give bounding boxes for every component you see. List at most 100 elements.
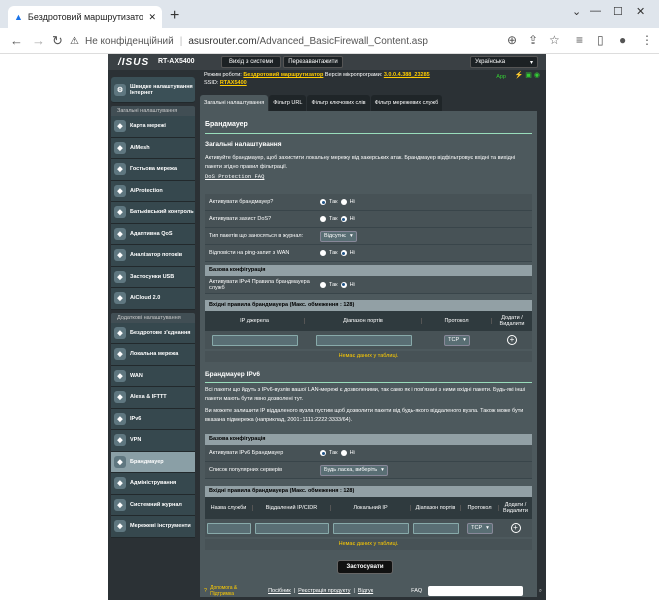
sidebar-item[interactable]: ◆ AiCloud 2.0 bbox=[111, 288, 195, 310]
manual-link[interactable]: Посібник bbox=[268, 588, 291, 594]
mesh-icon: ◆ bbox=[114, 141, 126, 154]
mode-link[interactable]: Бездротовий маршрутизатор bbox=[243, 72, 323, 78]
radio-yes[interactable] bbox=[320, 250, 326, 256]
remote-ip-input[interactable] bbox=[255, 522, 329, 534]
help-icon: ? bbox=[204, 588, 208, 594]
apply-button[interactable]: Застосувати bbox=[337, 560, 393, 574]
tab-0[interactable]: Загальні налаштування bbox=[200, 95, 269, 111]
src-ip-input[interactable] bbox=[212, 334, 298, 346]
local-ip-input[interactable] bbox=[333, 522, 409, 534]
close-window-icon[interactable]: ✕ bbox=[636, 5, 645, 18]
register-link[interactable]: Реєстрація продукту bbox=[298, 588, 350, 594]
ssid-link[interactable]: RTAX5400 bbox=[220, 80, 247, 86]
radio-no[interactable] bbox=[340, 216, 347, 222]
dos-faq-link[interactable]: DoS Protection FAQ bbox=[205, 173, 264, 180]
bookmark-star-icon[interactable]: ☆ bbox=[549, 33, 560, 47]
sidebar-item-label: Гостьова мережа bbox=[130, 166, 178, 173]
menu-icon[interactable]: ⋮ bbox=[641, 33, 653, 47]
radio-no[interactable] bbox=[340, 199, 347, 205]
firewall-icon: ◆ bbox=[114, 455, 126, 468]
forward-icon[interactable]: → bbox=[32, 33, 45, 48]
sidebar-item[interactable]: ◆ Карта мережі bbox=[111, 116, 195, 138]
sidebar-item[interactable]: ◆ Локальна мережа bbox=[111, 344, 195, 366]
main-content: Брандмауер Загальні налаштування Активуй… bbox=[200, 111, 537, 597]
sidepanel-icon[interactable]: ▯ bbox=[597, 33, 604, 47]
sidebar-item[interactable]: ◆ Застосунки USB bbox=[111, 266, 195, 288]
radio-no[interactable] bbox=[340, 250, 347, 256]
port-range-input[interactable] bbox=[315, 334, 412, 346]
sidebar-item[interactable]: ◆ VPN bbox=[111, 430, 195, 452]
sidebar-item[interactable]: ◆ AiProtection bbox=[111, 180, 195, 202]
alexa-icon: ◆ bbox=[114, 391, 126, 404]
status-icons[interactable]: ⚡▣◉ bbox=[515, 72, 542, 80]
warning-icon[interactable]: ⚠ bbox=[70, 36, 79, 47]
radio-no[interactable] bbox=[340, 450, 347, 456]
service-input[interactable] bbox=[207, 522, 251, 534]
minimize-icon[interactable]: — bbox=[590, 5, 601, 17]
radio-label: Так bbox=[329, 281, 338, 288]
reload-icon[interactable]: ↻ bbox=[52, 33, 63, 49]
share-icon[interactable]: ⇪ bbox=[528, 33, 538, 47]
radio-yes[interactable] bbox=[320, 199, 326, 205]
radio-yes[interactable] bbox=[320, 450, 326, 456]
reboot-button[interactable]: Перезавантажити bbox=[283, 56, 343, 68]
usb-icon: ◆ bbox=[114, 270, 126, 283]
search-icon[interactable]: ⌕ bbox=[539, 588, 542, 595]
sidebar-advanced-header: Додаткові налаштування bbox=[111, 312, 195, 323]
chevron-down-icon: ▾ bbox=[349, 233, 353, 239]
security-label[interactable]: Не конфіденційний bbox=[85, 36, 174, 47]
radio-no[interactable] bbox=[340, 281, 347, 288]
sidebar-item[interactable]: ◆ Адаптивна QoS bbox=[111, 223, 195, 245]
radio-label: Так bbox=[329, 216, 338, 222]
tab-2[interactable]: Фільтр ключових слів bbox=[307, 95, 370, 111]
help-link[interactable]: Допомога & Підтримка bbox=[210, 585, 248, 597]
tab-3[interactable]: Фільтр мережевих служб bbox=[370, 95, 443, 111]
profile-icon[interactable]: ● bbox=[619, 33, 626, 47]
browser-tab[interactable]: ▲ Бездротовий маршрутизатор AS ✕ bbox=[8, 6, 162, 28]
sidebar-item[interactable]: ◆ Alexa & IFTTT bbox=[111, 387, 195, 409]
ports6-input[interactable] bbox=[413, 522, 459, 534]
sidebar-general-list: ◆ Карта мережі ◆ AiMesh ◆ Гостьова мережа ◆ AiP… bbox=[111, 116, 195, 310]
sidebar-item[interactable]: ◆ Системний журнал bbox=[111, 494, 195, 516]
new-tab-button[interactable]: + bbox=[170, 7, 179, 25]
sidebar-item-quick-setup[interactable]: ⚙ Швидке налаштування Інтернет bbox=[111, 77, 195, 103]
logout-button[interactable]: Вихід з системи bbox=[221, 56, 281, 68]
radio-yes[interactable] bbox=[320, 281, 326, 288]
sidebar-item[interactable]: ◆ IPv6 bbox=[111, 408, 195, 430]
row-label: Активувати IPv6 Брандмауер bbox=[209, 450, 284, 456]
sidebar-item[interactable]: ◆ Аналізатор потоків bbox=[111, 245, 195, 267]
language-select[interactable]: Українська ▾ bbox=[470, 56, 538, 68]
tab-close-icon[interactable]: ✕ bbox=[148, 12, 156, 23]
add-rule6-button[interactable]: + bbox=[510, 523, 521, 533]
sidebar-item[interactable]: ◆ Брандмауер bbox=[111, 451, 195, 473]
sidebar-item[interactable]: ◆ Гостьова мережа bbox=[111, 159, 195, 181]
row-label: Список популярних серверів bbox=[209, 467, 283, 473]
faq-search-input[interactable] bbox=[428, 586, 524, 596]
add-rule-button[interactable]: + bbox=[507, 335, 517, 345]
maximize-icon[interactable]: ☐ bbox=[613, 5, 623, 18]
address-bar[interactable]: ⚠ Не конфіденційний | asusrouter.com/Adv… bbox=[70, 31, 548, 51]
radio-yes[interactable] bbox=[320, 216, 326, 222]
fw-link[interactable]: 3.0.0.4.388_23285 bbox=[384, 72, 430, 78]
protocol6-select[interactable]: TCP ▾ bbox=[467, 522, 493, 534]
sidebar-item[interactable]: ◆ AiMesh bbox=[111, 137, 195, 159]
col-add6: Додати / Видалити bbox=[503, 502, 528, 514]
feedback-link[interactable]: Відгук bbox=[358, 588, 373, 594]
ipv6-empty: Немає даних у таблиці. bbox=[205, 539, 532, 550]
known-servers-select[interactable]: Будь ласка, виберіть ▾ bbox=[320, 464, 388, 476]
qos-icon: ◆ bbox=[114, 227, 126, 240]
sidebar-item-label: Локальна мережа bbox=[130, 351, 179, 358]
sidebar-item[interactable]: ◆ Батьківський контроль bbox=[111, 202, 195, 224]
tab-search-icon[interactable]: ⌄ bbox=[572, 5, 581, 18]
sidebar-item[interactable]: ◆ Адміністрування bbox=[111, 473, 195, 495]
sidebar-item[interactable]: ◆ Мережеві інструменти bbox=[111, 516, 195, 538]
sidebar-item[interactable]: ◆ WAN bbox=[111, 365, 195, 387]
tab-1[interactable]: Фільтр URL bbox=[269, 95, 307, 111]
reading-list-icon[interactable]: ≡ bbox=[576, 33, 583, 47]
zoom-icon[interactable]: ⊕ bbox=[507, 33, 517, 47]
sidebar-item[interactable]: ◆ Бездротове з'єднання bbox=[111, 322, 195, 344]
app-label[interactable]: App bbox=[496, 73, 506, 81]
log-type-select[interactable]: Відсутнє ▾ bbox=[320, 230, 357, 242]
protocol-select[interactable]: TCP ▾ bbox=[444, 334, 470, 346]
back-icon[interactable]: ← bbox=[10, 33, 23, 48]
